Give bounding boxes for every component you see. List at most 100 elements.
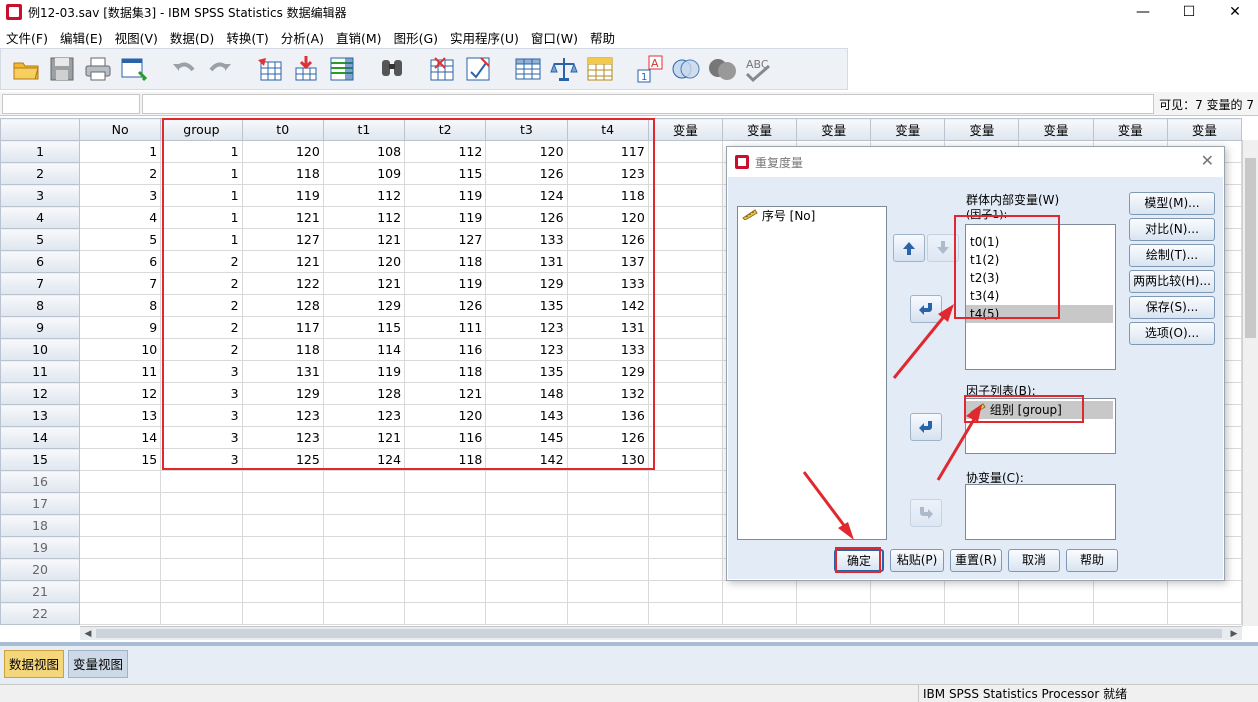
data-cell[interactable] <box>566 470 649 493</box>
data-cell[interactable] <box>322 558 406 581</box>
data-cell[interactable] <box>322 580 406 603</box>
data-cell[interactable]: 121 <box>322 228 406 251</box>
data-cell[interactable] <box>647 602 723 625</box>
data-cell[interactable]: 124 <box>322 448 406 471</box>
data-cell[interactable]: 120 <box>241 140 324 163</box>
horizontal-scroll-thumb[interactable] <box>96 629 1222 638</box>
column-header[interactable]: 变量 <box>1018 118 1094 141</box>
data-cell[interactable]: 118 <box>404 448 487 471</box>
data-cell[interactable]: 131 <box>566 316 649 339</box>
row-number[interactable]: 12 <box>0 382 81 405</box>
ok-button[interactable]: 确定 <box>834 549 884 572</box>
data-cell[interactable]: 6 <box>79 250 162 273</box>
data-cell[interactable] <box>796 580 872 603</box>
data-cell[interactable]: 128 <box>322 382 406 405</box>
data-cell[interactable] <box>566 492 649 515</box>
data-cell[interactable]: 112 <box>322 206 406 229</box>
data-cell[interactable] <box>647 558 723 581</box>
data-cell[interactable]: 131 <box>485 250 568 273</box>
data-cell[interactable] <box>566 514 649 537</box>
data-cell[interactable] <box>566 602 649 625</box>
data-cell[interactable]: 3 <box>160 382 243 405</box>
data-cell[interactable]: 118 <box>241 338 324 361</box>
data-cell[interactable] <box>870 580 946 603</box>
data-cell[interactable]: 1 <box>160 206 243 229</box>
data-cell[interactable]: 126 <box>404 294 487 317</box>
data-cell[interactable] <box>79 558 162 581</box>
data-cell[interactable] <box>721 580 798 603</box>
data-cell[interactable]: 145 <box>485 426 568 449</box>
column-header[interactable]: 变量 <box>944 118 1020 141</box>
insert-variable-icon[interactable] <box>461 52 495 86</box>
data-cell[interactable] <box>647 272 723 295</box>
data-cell[interactable] <box>647 426 723 449</box>
data-cell[interactable]: 123 <box>566 162 649 185</box>
factor-list[interactable]: 组别 [group] <box>965 398 1116 454</box>
data-cell[interactable]: 2 <box>160 250 243 273</box>
data-cell[interactable] <box>241 492 324 515</box>
column-header[interactable]: t0 <box>241 118 324 141</box>
list-item[interactable]: t1(2) <box>966 251 1115 269</box>
data-cell[interactable]: 123 <box>241 426 324 449</box>
data-cell[interactable] <box>485 602 568 625</box>
column-header[interactable]: t2 <box>404 118 487 141</box>
column-header[interactable]: 变量 <box>721 118 798 141</box>
row-number[interactable]: 8 <box>0 294 81 317</box>
data-cell[interactable] <box>322 470 406 493</box>
data-cell[interactable]: 129 <box>241 382 324 405</box>
data-cell[interactable] <box>647 382 723 405</box>
data-cell[interactable]: 126 <box>485 162 568 185</box>
data-cell[interactable] <box>647 206 723 229</box>
menu-direct-marketing[interactable]: 直销(M) <box>330 28 388 47</box>
data-cell[interactable] <box>404 580 487 603</box>
scroll-right-icon[interactable]: ▶ <box>1227 628 1241 640</box>
data-cell[interactable]: 128 <box>241 294 324 317</box>
row-number[interactable]: 11 <box>0 360 81 383</box>
data-cell[interactable] <box>647 140 723 163</box>
print-icon[interactable] <box>81 52 115 86</box>
data-cell[interactable] <box>647 338 723 361</box>
data-cell[interactable] <box>485 514 568 537</box>
data-cell[interactable] <box>485 536 568 559</box>
data-cell[interactable]: 119 <box>404 184 487 207</box>
data-cell[interactable] <box>241 514 324 537</box>
data-cell[interactable]: 5 <box>79 228 162 251</box>
data-cell[interactable]: 1 <box>79 140 162 163</box>
data-cell[interactable] <box>79 536 162 559</box>
close-button[interactable]: ✕ <box>1212 0 1258 24</box>
data-cell[interactable]: 115 <box>404 162 487 185</box>
vertical-scroll-thumb[interactable] <box>1245 158 1256 338</box>
data-cell[interactable] <box>944 602 1020 625</box>
plots-button[interactable]: 绘制(T)... <box>1129 244 1215 267</box>
data-cell[interactable]: 2 <box>160 294 243 317</box>
data-cell[interactable]: 135 <box>485 360 568 383</box>
split-file-icon[interactable] <box>511 52 545 86</box>
data-cell[interactable]: 126 <box>566 228 649 251</box>
minimize-button[interactable]: — <box>1120 0 1166 24</box>
data-cell[interactable] <box>647 294 723 317</box>
transfer-within-button[interactable] <box>910 295 942 323</box>
save-icon[interactable] <box>45 52 79 86</box>
data-cell[interactable] <box>404 470 487 493</box>
column-header[interactable]: No <box>79 118 162 141</box>
list-item[interactable]: 序号 [No] <box>738 207 886 225</box>
row-number[interactable]: 5 <box>0 228 81 251</box>
data-cell[interactable] <box>1166 580 1242 603</box>
data-cell[interactable] <box>1092 602 1168 625</box>
data-cell[interactable]: 7 <box>79 272 162 295</box>
column-header[interactable]: t4 <box>566 118 649 141</box>
list-item[interactable]: t2(3) <box>966 269 1115 287</box>
data-cell[interactable] <box>647 448 723 471</box>
data-cell[interactable]: 1 <box>160 184 243 207</box>
data-cell[interactable] <box>647 492 723 515</box>
model-button[interactable]: 模型(M)... <box>1129 192 1215 215</box>
tab-data-view[interactable]: 数据视图 <box>4 650 65 678</box>
menu-file[interactable]: 文件(F) <box>0 28 54 47</box>
data-cell[interactable] <box>647 580 723 603</box>
column-header[interactable]: 变量 <box>647 118 723 141</box>
row-number[interactable]: 10 <box>0 338 81 361</box>
data-cell[interactable]: 125 <box>241 448 324 471</box>
data-cell[interactable] <box>647 404 723 427</box>
use-sets-icon[interactable] <box>669 52 703 86</box>
within-subjects-list[interactable]: t0(1) t1(2) t2(3) t3(4) t4(5) <box>965 224 1116 370</box>
